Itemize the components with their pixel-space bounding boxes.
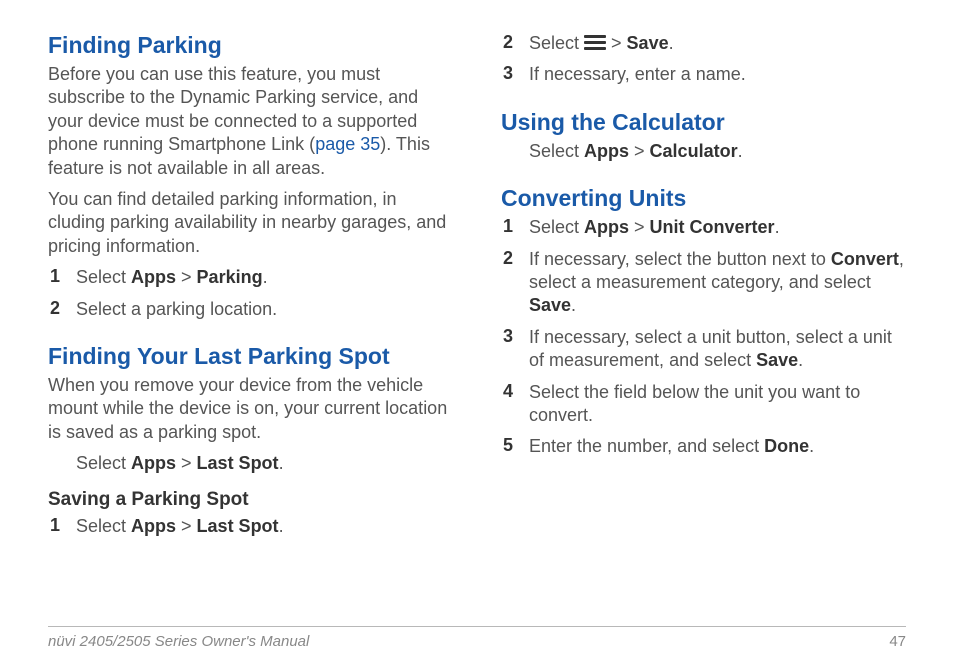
step-number: 1: [48, 266, 76, 287]
paragraph: You can find detailed parking informatio…: [48, 188, 453, 258]
content-columns: Finding Parking Before you can use this …: [48, 32, 906, 612]
subheading-saving-spot: Saving a Parking Spot: [48, 489, 453, 511]
step-number: 1: [48, 515, 76, 536]
list-item: 2 If necessary, select the button next t…: [501, 248, 906, 318]
list-item: 2 Select a parking location.: [48, 298, 453, 321]
list-item: 1 Select Apps > Parking.: [48, 266, 453, 289]
step-body: Select Apps > Last Spot.: [76, 515, 453, 538]
step-list: 1 Select Apps > Parking. 2 Select a park…: [48, 266, 453, 321]
heading-converting-units: Converting Units: [501, 185, 906, 212]
heading-last-parking-spot: Finding Your Last Parking Spot: [48, 343, 453, 370]
instruction: Select Apps > Calculator.: [501, 140, 906, 163]
step-list: 2 Select > Save. 3 If necessary, enter a…: [501, 32, 906, 87]
page-link[interactable]: page 35: [315, 134, 380, 154]
step-number: 4: [501, 381, 529, 402]
step-body: If necessary, select the button next to …: [529, 248, 906, 318]
step-body: If necessary, select a unit button, sele…: [529, 326, 906, 373]
step-body: If necessary, enter a name.: [529, 63, 906, 86]
left-column: Finding Parking Before you can use this …: [48, 32, 453, 612]
right-column: 2 Select > Save. 3 If necessary, enter a…: [501, 32, 906, 612]
step-list: 1 Select Apps > Last Spot.: [48, 515, 453, 538]
step-number: 2: [501, 248, 529, 269]
list-item: 3 If necessary, enter a name.: [501, 63, 906, 86]
step-number: 5: [501, 435, 529, 456]
list-item: 5 Enter the number, and select Done.: [501, 435, 906, 458]
heading-calculator: Using the Calculator: [501, 109, 906, 136]
list-item: 4 Select the field below the unit you wa…: [501, 381, 906, 428]
step-number: 1: [501, 216, 529, 237]
menu-icon: [584, 35, 606, 51]
instruction: Select Apps > Last Spot.: [48, 452, 453, 475]
step-number: 3: [501, 63, 529, 84]
step-list: 1 Select Apps > Unit Converter. 2 If nec…: [501, 216, 906, 459]
step-number: 3: [501, 326, 529, 347]
step-body: Select Apps > Unit Converter.: [529, 216, 906, 239]
step-number: 2: [501, 32, 529, 53]
paragraph: When you remove your device from the veh…: [48, 374, 453, 444]
list-item: 3 If necessary, select a unit button, se…: [501, 326, 906, 373]
step-body: Select > Save.: [529, 32, 906, 55]
step-body: Select Apps > Parking.: [76, 266, 453, 289]
step-body: Enter the number, and select Done.: [529, 435, 906, 458]
paragraph: Before you can use this feature, you mus…: [48, 63, 453, 180]
list-item: 1 Select Apps > Unit Converter.: [501, 216, 906, 239]
step-number: 2: [48, 298, 76, 319]
step-body: Select the field below the unit you want…: [529, 381, 906, 428]
heading-finding-parking: Finding Parking: [48, 32, 453, 59]
page-number: 47: [889, 633, 906, 650]
manual-title: nüvi 2405/2505 Series Owner's Manual: [48, 633, 309, 650]
list-item: 1 Select Apps > Last Spot.: [48, 515, 453, 538]
page-footer: nüvi 2405/2505 Series Owner's Manual 47: [48, 626, 906, 650]
list-item: 2 Select > Save.: [501, 32, 906, 55]
step-body: Select a parking location.: [76, 298, 453, 321]
